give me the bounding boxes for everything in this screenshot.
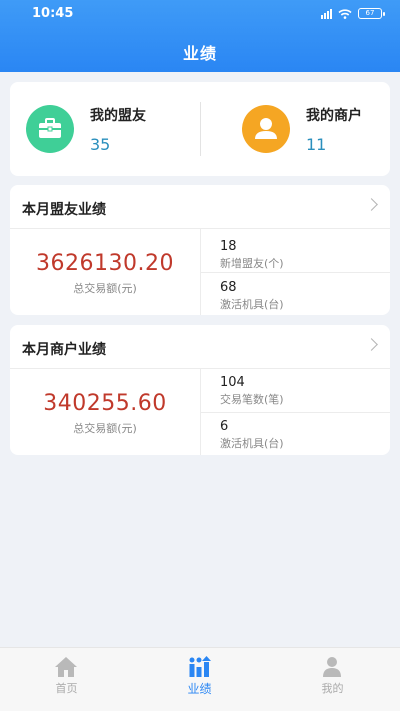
merchant-stat-activated: 6 激活机具(台)	[220, 419, 390, 451]
ally-performance-title: 本月盟友业绩	[22, 202, 106, 218]
ally-total-label: 总交易额(元)	[73, 282, 137, 295]
merchant-total: 340255.60 总交易额(元)	[10, 369, 200, 455]
wifi-icon	[338, 8, 352, 19]
my-merchants-label: 我的商户	[306, 108, 362, 124]
tab-performance-label: 业绩	[187, 682, 212, 696]
chevron-right-icon	[365, 198, 378, 211]
my-merchants-count: 11	[306, 135, 327, 154]
toolbox-icon	[26, 105, 74, 153]
my-allies-label: 我的盟友	[90, 108, 146, 124]
merchant-performance-title: 本月商户业绩	[22, 342, 106, 358]
ally-performance-card: 本月盟友业绩 3626130.20 总交易额(元) 18 新增盟友(个) 68 …	[10, 185, 390, 315]
tab-home[interactable]: 首页	[0, 648, 133, 711]
ally-stat-new: 18 新增盟友(个)	[220, 239, 390, 271]
battery-icon: 67	[358, 8, 385, 19]
activated-devices-value: 6	[220, 419, 229, 434]
merchant-performance-card: 本月商户业绩 340255.60 总交易额(元) 104 交易笔数(笔) 6 激…	[10, 325, 390, 455]
activated-devices-label: 激活机具(台)	[220, 298, 284, 311]
person-icon	[242, 105, 290, 153]
tab-bar: 首页 业绩 我的	[0, 647, 400, 711]
status-icons: 67	[321, 8, 385, 19]
status-bar: 10:45 67	[0, 6, 400, 24]
activated-devices-label: 激活机具(台)	[220, 437, 284, 450]
user-icon	[323, 657, 341, 677]
my-allies-entry[interactable]: 我的盟友 35	[10, 82, 200, 176]
transaction-count-value: 104	[220, 375, 245, 390]
divider	[201, 412, 390, 413]
new-allies-label: 新增盟友(个)	[220, 257, 284, 270]
page-title: 业绩	[182, 44, 217, 63]
tab-mine[interactable]: 我的	[266, 648, 399, 711]
activated-devices-value: 68	[220, 280, 237, 295]
chevron-right-icon	[365, 338, 378, 351]
tab-performance[interactable]: 业绩	[133, 648, 266, 711]
ally-total-amount: 3626130.20	[36, 251, 174, 276]
ally-performance-header[interactable]: 本月盟友业绩	[10, 185, 390, 229]
new-allies-value: 18	[220, 239, 237, 254]
home-icon	[55, 657, 77, 677]
merchant-performance-header[interactable]: 本月商户业绩	[10, 325, 390, 369]
signal-icon	[321, 8, 332, 19]
top-bar: 10:45 67 业绩	[0, 0, 400, 72]
transaction-count-label: 交易笔数(笔)	[220, 393, 284, 406]
tab-mine-label: 我的	[321, 682, 344, 695]
ally-stat-activated: 68 激活机具(台)	[220, 280, 390, 312]
merchant-total-label: 总交易额(元)	[73, 422, 137, 435]
merchant-total-amount: 340255.60	[43, 391, 167, 416]
merchant-stat-transactions: 104 交易笔数(笔)	[220, 375, 390, 407]
ally-total: 3626130.20 总交易额(元)	[10, 229, 200, 315]
chart-icon	[189, 656, 211, 677]
divider	[201, 272, 390, 273]
summary-card: 我的盟友 35 我的商户 11	[10, 82, 390, 176]
tab-home-label: 首页	[55, 682, 78, 695]
my-merchants-entry[interactable]: 我的商户 11	[200, 82, 390, 176]
status-time: 10:45	[32, 6, 74, 21]
my-allies-count: 35	[90, 135, 111, 154]
